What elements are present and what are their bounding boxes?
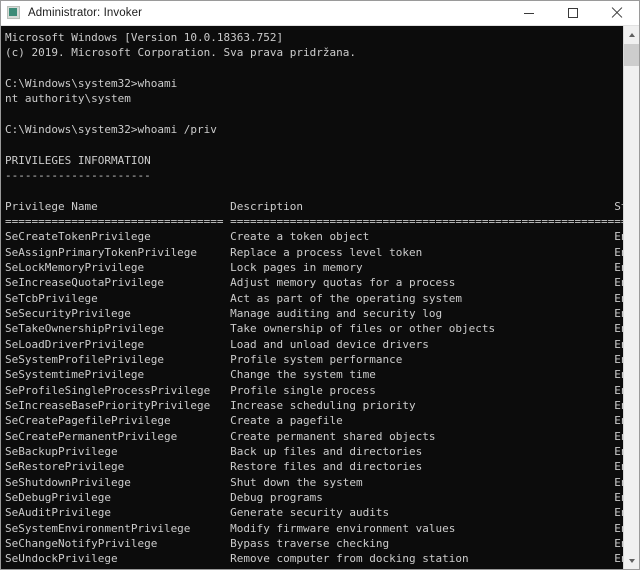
- console-line: SeManageVolumePrivilege Perform volume m…: [5, 566, 639, 569]
- console-line: SeCreatePermanentPrivilege Create perman…: [5, 429, 639, 443]
- close-button[interactable]: [595, 1, 639, 25]
- window-title: Administrator: Invoker: [28, 7, 143, 19]
- console-line: C:\Windows\system32>whoami /priv: [5, 122, 217, 136]
- console-line: SeChangeNotifyPrivilege Bypass traverse …: [5, 536, 639, 550]
- maximize-icon: [568, 8, 578, 18]
- console-line: (c) 2019. Microsoft Corporation. Sva pra…: [5, 46, 356, 60]
- console-line: SeDebugPrivilege Debug programs Enabled: [5, 490, 639, 504]
- console-line: SeAssignPrimaryTokenPrivilege Replace a …: [5, 245, 639, 259]
- console-line: SeTcbPrivilege Act as part of the operat…: [5, 291, 639, 305]
- chevron-down-icon: [629, 558, 635, 563]
- console-line: C:\Windows\system32>whoami: [5, 76, 178, 90]
- minimize-button[interactable]: [507, 1, 551, 25]
- console-line: Privilege Name Description State: [5, 199, 639, 213]
- console-line: SeLockMemoryPrivilege Lock pages in memo…: [5, 260, 639, 274]
- console-line: SeTakeOwnershipPrivilege Take ownership …: [5, 322, 639, 336]
- console-line: ----------------------: [5, 168, 151, 182]
- console-line: SeSystemEnvironmentPrivilege Modify firm…: [5, 521, 639, 535]
- console-line: SeAuditPrivilege Generate security audit…: [5, 506, 639, 520]
- console-output-area[interactable]: Microsoft Windows [Version 10.0.18363.75…: [1, 26, 639, 569]
- console-line: SeRestorePrivilege Restore files and dir…: [5, 460, 639, 474]
- console-line: SeLoadDriverPrivilege Load and unload de…: [5, 337, 639, 351]
- scrollbar-track[interactable]: [624, 43, 639, 552]
- chevron-up-icon: [629, 32, 635, 37]
- console-line: SeUndockPrivilege Remove computer from d…: [5, 552, 639, 566]
- console-line: ================================= ======…: [5, 214, 639, 228]
- console-line: SeShutdownPrivilege Shut down the system…: [5, 475, 639, 489]
- scroll-down-arrow[interactable]: [624, 552, 639, 569]
- console-line: nt authority\system: [5, 92, 131, 106]
- minimize-icon: [524, 12, 534, 14]
- window-controls: [507, 1, 639, 25]
- scrollbar-thumb[interactable]: [624, 44, 639, 66]
- console-app-icon: [6, 5, 22, 21]
- console-line: SeCreatePagefilePrivilege Create a pagef…: [5, 414, 639, 428]
- console-line: Microsoft Windows [Version 10.0.18363.75…: [5, 31, 284, 44]
- scroll-up-arrow[interactable]: [624, 26, 639, 43]
- console-scrollbar[interactable]: [623, 26, 639, 569]
- console-line: SeIncreaseBasePriorityPrivilege Increase…: [5, 398, 639, 412]
- console-line: SeIncreaseQuotaPrivilege Adjust memory q…: [5, 276, 639, 290]
- maximize-button[interactable]: [551, 1, 595, 25]
- console-line: SeSystemtimePrivilege Change the system …: [5, 368, 639, 382]
- title-bar[interactable]: Administrator: Invoker: [1, 1, 639, 26]
- console-line: SeCreateTokenPrivilege Create a token ob…: [5, 230, 639, 244]
- console-line: PRIVILEGES INFORMATION: [5, 153, 151, 167]
- console-line: SeSystemProfilePrivilege Profile system …: [5, 352, 639, 366]
- console-line: SeBackupPrivilege Back up files and dire…: [5, 444, 639, 458]
- console-line: SeSecurityPrivilege Manage auditing and …: [5, 306, 639, 320]
- close-icon: [611, 7, 623, 19]
- console-window: Administrator: Invoker Microsoft Windows…: [0, 0, 640, 570]
- console-text: Microsoft Windows [Version 10.0.18363.75…: [5, 30, 639, 569]
- console-line: SeProfileSingleProcessPrivilege Profile …: [5, 383, 639, 397]
